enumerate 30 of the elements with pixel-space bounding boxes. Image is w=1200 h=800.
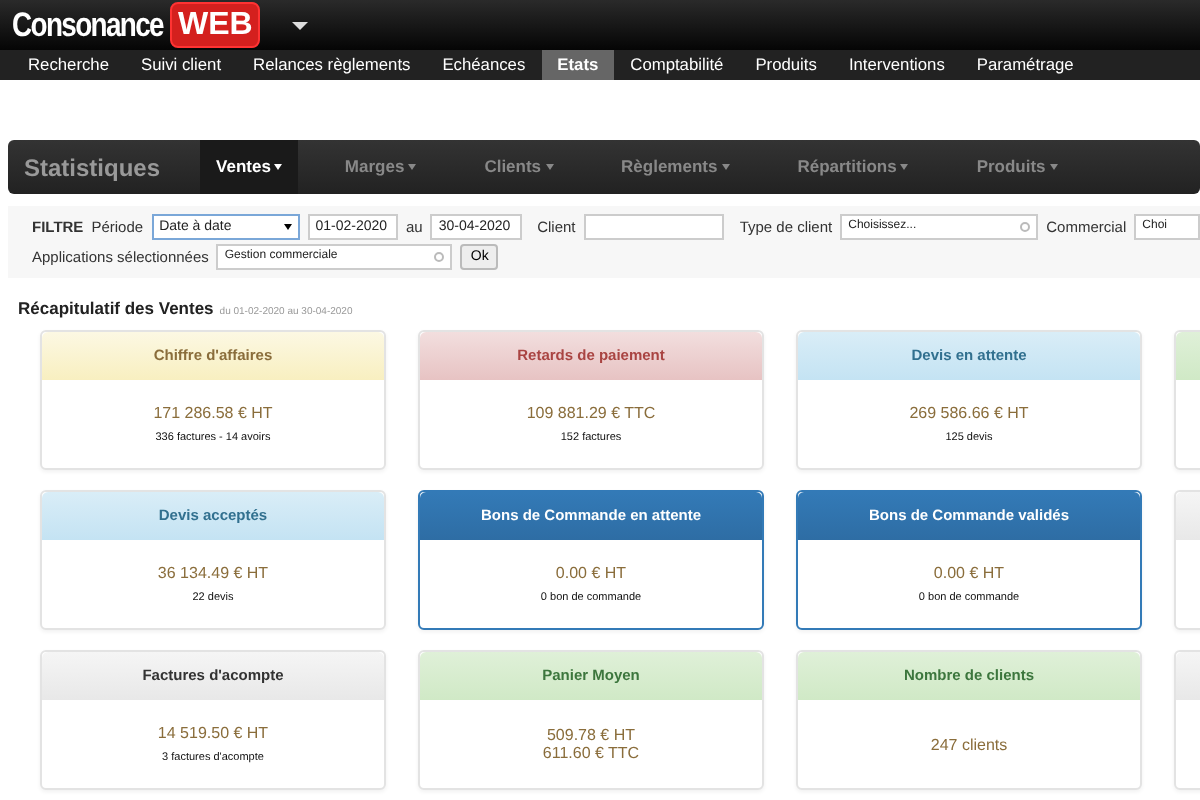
- menu-item[interactable]: Comptabilité: [614, 50, 740, 80]
- logo-badge: WEB: [170, 2, 261, 48]
- stats-tab[interactable]: Répartitions: [763, 140, 943, 194]
- menu-item[interactable]: Produits: [739, 50, 833, 80]
- menu-item[interactable]: Interventions: [832, 50, 961, 80]
- client-field[interactable]: [583, 214, 724, 240]
- stats-tab[interactable]: Clients: [450, 140, 588, 194]
- section-title: Récapitulatif des Ventes: [18, 298, 214, 318]
- stat-value: 171 286.58 € HT: [153, 404, 273, 422]
- stats-tab[interactable]: Ventes: [200, 140, 299, 194]
- stat-value: 36 134.49 € HT: [157, 564, 269, 582]
- menu-item[interactable]: Echéances: [426, 50, 542, 80]
- stat-value: 109 881.29 € TTC: [526, 404, 656, 422]
- menu-item[interactable]: Relances règlements: [237, 50, 427, 80]
- stat-value: 509.78 € HT 611.60 € TTC: [542, 726, 640, 762]
- stats-title: Statistiques: [22, 153, 163, 181]
- menu-item[interactable]: Suivi client: [125, 50, 238, 80]
- stat-value: 14 519.50 € HT: [157, 724, 269, 742]
- menu-item[interactable]: Etats: [541, 50, 615, 80]
- logo-text: Consonance: [12, 5, 163, 45]
- stats-tab[interactable]: Produits: [942, 140, 1092, 194]
- menu-item[interactable]: Paramétrage: [960, 50, 1090, 80]
- stats-tab[interactable]: Règlements: [587, 140, 764, 194]
- stat-value: 0.00 € HT: [933, 564, 1005, 582]
- stat-value: 269 586.66 € HT: [909, 404, 1029, 422]
- menu-item[interactable]: Recherche: [12, 50, 126, 80]
- stats-tab[interactable]: Marges: [310, 140, 451, 194]
- stat-value: 247 clients: [930, 735, 1008, 753]
- caret-icon[interactable]: [292, 21, 309, 29]
- stat-value: 0.00 € HT: [555, 564, 627, 582]
